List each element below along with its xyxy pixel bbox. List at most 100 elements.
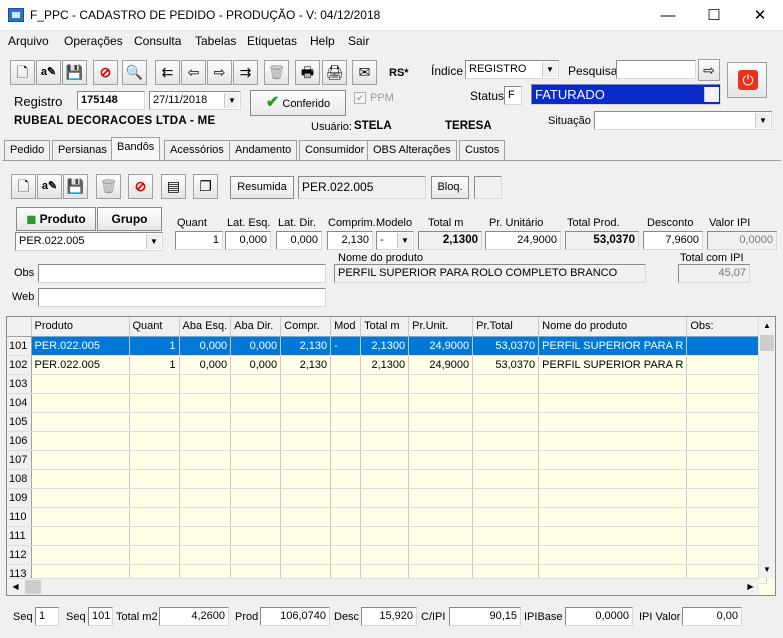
- table-cell[interactable]: [129, 393, 180, 413]
- table-cell[interactable]: [129, 488, 180, 508]
- report-icon[interactable]: ▤: [161, 174, 186, 199]
- table-cell[interactable]: [330, 507, 362, 527]
- table-cell[interactable]: PER.022.005: [31, 336, 130, 356]
- row-number[interactable]: 102: [7, 355, 32, 375]
- produto-select[interactable]: PER.022.005 ▼: [15, 232, 163, 251]
- row-number[interactable]: 111: [7, 526, 32, 546]
- table-cell[interactable]: [179, 431, 232, 451]
- column-header[interactable]: Produto: [31, 317, 130, 337]
- scroll-up-icon[interactable]: ▲: [759, 317, 775, 334]
- table-cell[interactable]: 0,000: [179, 355, 232, 375]
- table-cell[interactable]: [686, 507, 768, 527]
- table-cell[interactable]: [472, 450, 540, 470]
- table-cell[interactable]: [686, 355, 768, 375]
- menu-sair[interactable]: Sair: [348, 34, 369, 48]
- table-row[interactable]: 104: [7, 393, 768, 413]
- table-cell[interactable]: [472, 545, 540, 565]
- table-cell[interactable]: [31, 526, 130, 546]
- table-cell[interactable]: [472, 488, 540, 508]
- prev-record-icon[interactable]: ⇦: [181, 60, 206, 85]
- maximize-button[interactable]: ☐: [691, 0, 737, 31]
- table-cell[interactable]: [280, 545, 332, 565]
- resumida-button[interactable]: Resumida: [230, 176, 294, 199]
- conferido-button[interactable]: ✔ Conferido: [250, 90, 346, 116]
- table-cell[interactable]: [330, 393, 362, 413]
- quant-field[interactable]: 1: [175, 231, 223, 250]
- table-cell[interactable]: [408, 374, 474, 394]
- table-cell[interactable]: [31, 507, 130, 527]
- table-cell[interactable]: [538, 393, 688, 413]
- table-cell[interactable]: [408, 431, 474, 451]
- table-cell[interactable]: [538, 469, 688, 489]
- table-row[interactable]: 110: [7, 507, 768, 527]
- table-cell[interactable]: [129, 507, 180, 527]
- table-cell[interactable]: [129, 545, 180, 565]
- table-cell[interactable]: [31, 450, 130, 470]
- table-cell[interactable]: [280, 469, 332, 489]
- tab-andamento[interactable]: Andamento: [229, 140, 298, 160]
- column-header[interactable]: Quant: [129, 317, 180, 337]
- table-cell[interactable]: [129, 469, 180, 489]
- email-icon[interactable]: ✉: [352, 60, 377, 85]
- table-cell[interactable]: [360, 507, 410, 527]
- table-cell[interactable]: [280, 507, 332, 527]
- next-record-icon[interactable]: ⇨: [207, 60, 232, 85]
- table-cell[interactable]: [686, 393, 768, 413]
- save-item-icon[interactable]: 💾: [63, 174, 88, 199]
- column-header[interactable]: Compr.: [280, 317, 332, 337]
- trash-icon[interactable]: 🗑: [264, 60, 289, 85]
- save-icon[interactable]: 💾: [62, 60, 87, 85]
- grupo-button[interactable]: Grupo: [97, 207, 162, 231]
- table-cell[interactable]: [472, 431, 540, 451]
- table-cell[interactable]: [408, 545, 474, 565]
- table-cell[interactable]: [230, 412, 282, 432]
- table-cell[interactable]: [129, 412, 180, 432]
- table-cell[interactable]: [472, 412, 540, 432]
- table-cell[interactable]: 2,130: [280, 355, 332, 375]
- table-cell[interactable]: [408, 488, 474, 508]
- table-cell[interactable]: [408, 507, 474, 527]
- table-row[interactable]: 103: [7, 374, 768, 394]
- table-cell[interactable]: [280, 450, 332, 470]
- table-cell[interactable]: [686, 545, 768, 565]
- row-number[interactable]: 109: [7, 488, 32, 508]
- table-cell[interactable]: [31, 488, 130, 508]
- table-cell[interactable]: [129, 374, 180, 394]
- table-cell[interactable]: 1: [129, 336, 180, 356]
- status-code-field[interactable]: F: [504, 86, 522, 105]
- table-cell[interactable]: [31, 412, 130, 432]
- menu-help[interactable]: Help: [310, 34, 335, 48]
- print-icon[interactable]: 🖶: [295, 60, 320, 85]
- table-row[interactable]: 105: [7, 412, 768, 432]
- table-cell[interactable]: [179, 488, 232, 508]
- table-cell[interactable]: [179, 507, 232, 527]
- row-number[interactable]: 112: [7, 545, 32, 565]
- row-number[interactable]: 108: [7, 469, 32, 489]
- last-record-icon[interactable]: ⇉: [233, 60, 258, 85]
- table-cell[interactable]: [538, 374, 688, 394]
- status-select[interactable]: FATURADO ▼: [531, 84, 721, 105]
- row-number[interactable]: 107: [7, 450, 32, 470]
- table-cell[interactable]: [472, 393, 540, 413]
- column-header[interactable]: Obs:: [686, 317, 768, 337]
- table-cell[interactable]: [179, 374, 232, 394]
- table-cell[interactable]: [230, 450, 282, 470]
- pesquisa-input[interactable]: [616, 60, 696, 79]
- indice-select[interactable]: REGISTRO ▼: [465, 60, 559, 79]
- obs-field[interactable]: [38, 264, 326, 283]
- table-cell[interactable]: [360, 526, 410, 546]
- new-document-icon[interactable]: 🗋: [10, 60, 35, 85]
- table-cell[interactable]: [686, 450, 768, 470]
- table-row[interactable]: 106: [7, 431, 768, 451]
- table-cell[interactable]: 1: [129, 355, 180, 375]
- row-number[interactable]: 106: [7, 431, 32, 451]
- row-number[interactable]: 105: [7, 412, 32, 432]
- table-cell[interactable]: [230, 431, 282, 451]
- table-cell[interactable]: [179, 450, 232, 470]
- table-cell[interactable]: [686, 488, 768, 508]
- tab-obs-alteracoes[interactable]: OBS Alterações: [367, 140, 457, 160]
- h-scroll-thumb[interactable]: [25, 580, 41, 594]
- table-cell[interactable]: 2,130: [280, 336, 332, 356]
- table-cell[interactable]: [179, 469, 232, 489]
- go-arrow-icon[interactable]: ⇨: [698, 59, 720, 81]
